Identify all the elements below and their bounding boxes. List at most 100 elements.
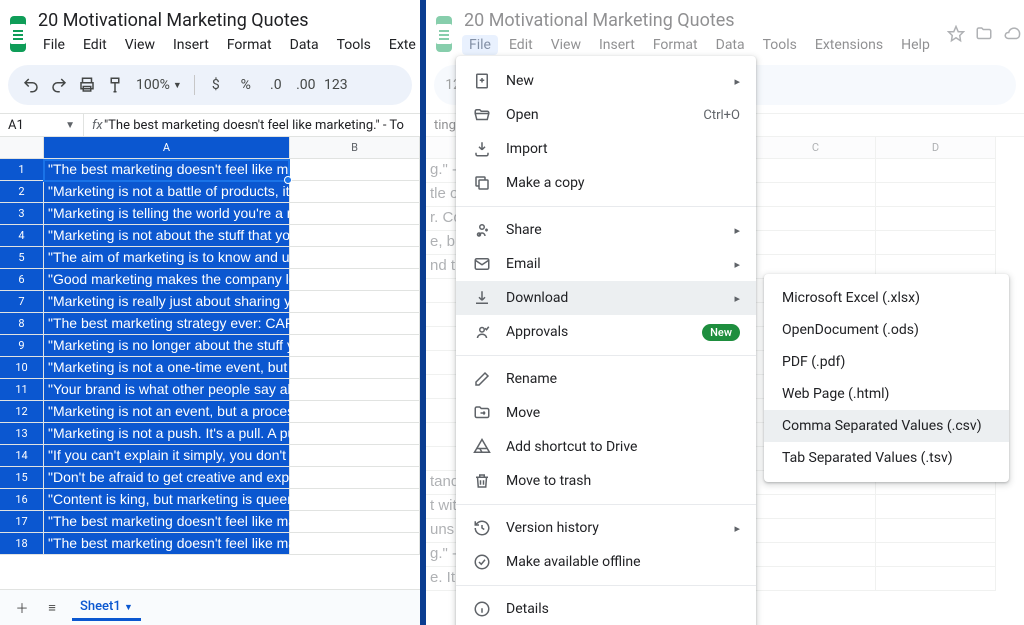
cell[interactable] xyxy=(756,543,876,567)
row-header[interactable]: 9 xyxy=(0,335,44,357)
cell[interactable] xyxy=(876,207,996,231)
dec-decrease-button[interactable]: .0 xyxy=(263,71,289,99)
dec-increase-button[interactable]: .00 xyxy=(293,71,319,99)
cell[interactable] xyxy=(876,159,996,183)
menu-insert[interactable]: Insert xyxy=(592,35,642,55)
cell[interactable]: "Marketing is no longer about the stuff … xyxy=(44,335,290,357)
menu-item-offline[interactable]: Make available offline xyxy=(456,545,756,579)
cell[interactable] xyxy=(756,159,876,183)
menu-item-share[interactable]: Share▸ xyxy=(456,213,756,247)
cell[interactable]: "Marketing is not an event, but a proces… xyxy=(44,401,290,423)
menu-item-rename[interactable]: Rename xyxy=(456,362,756,396)
row-header[interactable]: 14 xyxy=(0,445,44,467)
menu-extensions[interactable]: Extensions xyxy=(808,35,890,55)
formula-content[interactable]: "The best marketing doesn't feel like ma… xyxy=(100,118,404,133)
menu-item-trash[interactable]: Move to trash xyxy=(456,464,756,498)
cell[interactable]: "The aim of marketing is to know and und… xyxy=(44,247,290,269)
sheets-logo-icon[interactable] xyxy=(10,16,26,52)
download-html[interactable]: Web Page (.html) xyxy=(764,378,1009,410)
cell[interactable]: "The best marketing doesn't feel like ma… xyxy=(44,533,290,555)
menu-exte[interactable]: Exte xyxy=(382,35,420,55)
cell[interactable] xyxy=(756,207,876,231)
download-tsv[interactable]: Tab Separated Values (.tsv) xyxy=(764,442,1009,474)
select-all-corner[interactable] xyxy=(0,137,44,159)
row-header[interactable]: 7 xyxy=(0,291,44,313)
cell[interactable]: "If you can't explain it simply, you don… xyxy=(44,445,290,467)
col-header-D[interactable]: D xyxy=(876,137,996,159)
cell[interactable]: "Marketing is not a one-time event, but … xyxy=(44,357,290,379)
row-header[interactable]: 8 xyxy=(0,313,44,335)
cell[interactable] xyxy=(876,519,996,543)
cell[interactable] xyxy=(876,183,996,207)
menu-item-email[interactable]: Email▸ xyxy=(456,247,756,281)
cell[interactable] xyxy=(756,495,876,519)
col-header-B[interactable]: B xyxy=(290,137,420,159)
cell[interactable] xyxy=(876,543,996,567)
star-icon[interactable] xyxy=(947,25,965,43)
row-header[interactable]: 11 xyxy=(0,379,44,401)
row-header[interactable]: 16 xyxy=(0,489,44,511)
row-header[interactable]: 13 xyxy=(0,423,44,445)
cell[interactable]: "The best marketing doesn't feel like ma… xyxy=(44,159,290,181)
percent-button[interactable]: % xyxy=(233,71,259,99)
cell[interactable] xyxy=(756,567,876,591)
menu-view[interactable]: View xyxy=(544,35,588,55)
cell[interactable]: "Don't be afraid to get creative and exp… xyxy=(44,467,290,489)
cell[interactable]: "Your brand is what other people say abo… xyxy=(44,379,290,401)
menu-item-open[interactable]: OpenCtrl+O xyxy=(456,98,756,132)
cell[interactable]: "Marketing is not a battle of products, … xyxy=(44,181,290,203)
row-header[interactable]: 1 xyxy=(0,159,44,181)
download-ods[interactable]: OpenDocument (.ods) xyxy=(764,314,1009,346)
row-header[interactable]: 2 xyxy=(0,181,44,203)
menu-insert[interactable]: Insert xyxy=(166,35,216,55)
cell[interactable]: "Good marketing makes the company look s… xyxy=(44,269,290,291)
row-header[interactable]: 4 xyxy=(0,225,44,247)
download-pdf[interactable]: PDF (.pdf) xyxy=(764,346,1009,378)
currency-button[interactable]: $ xyxy=(203,71,229,99)
sheet-tab[interactable]: Sheet1 ▼ xyxy=(72,595,141,621)
menu-data[interactable]: Data xyxy=(283,35,326,55)
menu-file[interactable]: File xyxy=(36,35,72,55)
all-sheets-button[interactable]: ≡ xyxy=(42,600,62,616)
menu-format[interactable]: Format xyxy=(646,35,705,55)
menu-tools[interactable]: Tools xyxy=(330,35,378,55)
menu-item-new[interactable]: New▸ xyxy=(456,64,756,98)
row-header[interactable]: 10 xyxy=(0,357,44,379)
cell[interactable]: "Marketing is telling the world you're a… xyxy=(44,203,290,225)
cell[interactable]: "Marketing is really just about sharing … xyxy=(44,291,290,313)
undo-icon[interactable] xyxy=(18,71,44,99)
cell[interactable]: "Content is king, but marketing is queen… xyxy=(44,489,290,511)
paint-format-icon[interactable] xyxy=(102,71,128,99)
row-header[interactable]: 12 xyxy=(0,401,44,423)
redo-icon[interactable] xyxy=(46,71,72,99)
menu-tools[interactable]: Tools xyxy=(756,35,804,55)
menu-edit[interactable]: Edit xyxy=(502,35,540,55)
col-header-A[interactable]: A xyxy=(44,137,290,159)
menu-file[interactable]: File xyxy=(462,35,498,55)
row-header[interactable]: 6 xyxy=(0,269,44,291)
row-header[interactable]: 15 xyxy=(0,467,44,489)
spreadsheet-grid[interactable]: 1"The best marketing doesn't feel like m… xyxy=(0,159,420,555)
print-icon[interactable] xyxy=(74,71,100,99)
menu-view[interactable]: View xyxy=(118,35,162,55)
menu-help[interactable]: Help xyxy=(894,35,937,55)
cloud-status-icon[interactable] xyxy=(1003,25,1021,43)
menu-item-add-shortcut[interactable]: Add shortcut to Drive xyxy=(456,430,756,464)
doc-title[interactable]: 20 Motivational Marketing Quotes xyxy=(36,8,420,33)
download-xlsx[interactable]: Microsoft Excel (.xlsx) xyxy=(764,282,1009,314)
cell[interactable]: "The best marketing strategy ever: CARE.… xyxy=(44,313,290,335)
sheets-logo-icon[interactable] xyxy=(436,16,452,52)
menu-item-move[interactable]: Move xyxy=(456,396,756,430)
cell[interactable] xyxy=(876,231,996,255)
download-csv[interactable]: Comma Separated Values (.csv) xyxy=(764,410,1009,442)
cell[interactable] xyxy=(756,183,876,207)
menu-data[interactable]: Data xyxy=(709,35,752,55)
row-header[interactable]: 5 xyxy=(0,247,44,269)
menu-edit[interactable]: Edit xyxy=(76,35,114,55)
menu-item-version-history[interactable]: Version history▸ xyxy=(456,511,756,545)
number-format-button[interactable]: 123 xyxy=(323,71,349,99)
row-header[interactable]: 17 xyxy=(0,511,44,533)
menu-item-details[interactable]: Details xyxy=(456,592,756,625)
menu-item-make-copy[interactable]: Make a copy xyxy=(456,166,756,200)
menu-item-approvals[interactable]: ApprovalsNew xyxy=(456,315,756,349)
